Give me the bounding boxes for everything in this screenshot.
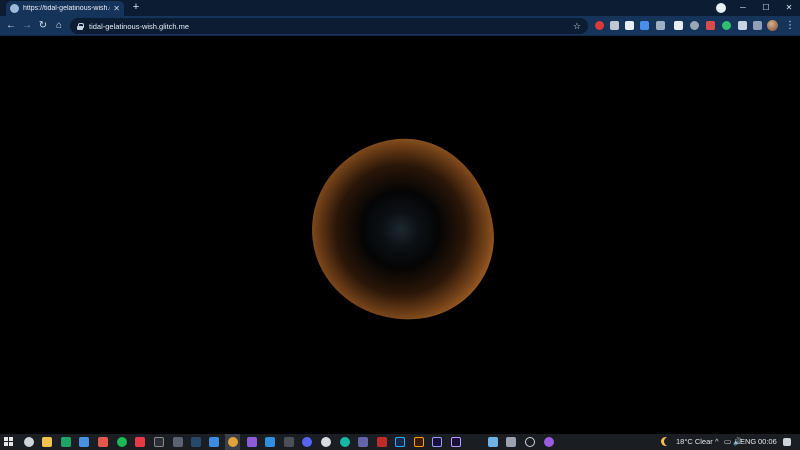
- globe-icon: [10, 4, 19, 13]
- teams-icon[interactable]: [358, 437, 368, 447]
- notification-icon[interactable]: [783, 438, 791, 446]
- pen-extension-icon[interactable]: [656, 21, 665, 30]
- home-button[interactable]: ⌂: [52, 19, 66, 33]
- app-circle-icon[interactable]: [321, 437, 331, 447]
- after-effects-icon[interactable]: [451, 437, 461, 447]
- browser-toolbar: ← → ↻ ⌂ tidal-gelatinous-wish.glitch.me …: [0, 16, 800, 36]
- spotify-icon[interactable]: [117, 437, 127, 447]
- browser-menu-icon[interactable]: ⋮: [785, 19, 795, 33]
- premiere-icon[interactable]: [432, 437, 442, 447]
- tab-strip: https://tidal-gelatinous-wish.glitch.me …: [0, 0, 800, 16]
- bookmark-star-icon[interactable]: ☆: [573, 21, 581, 32]
- tab-close-icon[interactable]: ✕: [113, 4, 120, 13]
- search-icon[interactable]: [24, 437, 34, 447]
- sheets-icon[interactable]: [61, 437, 71, 447]
- windows-start-icon[interactable]: [4, 437, 14, 447]
- blue-extension-icon[interactable]: [640, 21, 649, 30]
- vscode-icon[interactable]: [265, 437, 275, 447]
- red-extension-icon[interactable]: [595, 21, 604, 30]
- red-flag-extension-icon[interactable]: [706, 21, 715, 30]
- discord-icon[interactable]: [302, 437, 312, 447]
- language-indicator[interactable]: ENG: [740, 434, 756, 450]
- mail-icon[interactable]: [209, 437, 219, 447]
- page-viewport[interactable]: [0, 36, 800, 434]
- reload-button[interactable]: ↻: [36, 19, 50, 33]
- list-extension-icon[interactable]: [674, 21, 683, 30]
- tray-chevron-icon[interactable]: ^: [715, 434, 719, 450]
- close-window-button[interactable]: ✕: [779, 1, 799, 14]
- minimize-button[interactable]: ─: [733, 1, 753, 14]
- visual-studio-icon[interactable]: [247, 437, 257, 447]
- photoshop-icon[interactable]: [395, 437, 405, 447]
- terminal-icon[interactable]: [173, 437, 183, 447]
- forward-button[interactable]: →: [20, 19, 34, 33]
- lock-icon[interactable]: [77, 22, 84, 30]
- profile-icon[interactable]: [716, 3, 726, 13]
- app-ring-icon[interactable]: [525, 437, 535, 447]
- url-text[interactable]: tidal-gelatinous-wish.glitch.me: [89, 22, 573, 31]
- moon-icon[interactable]: [664, 437, 673, 446]
- back-button[interactable]: ←: [4, 19, 18, 33]
- app-box-icon[interactable]: [488, 437, 498, 447]
- clock[interactable]: 00:06: [758, 434, 777, 450]
- app-teal-icon[interactable]: [340, 437, 350, 447]
- filezilla-icon[interactable]: [377, 437, 387, 447]
- app-dark-icon[interactable]: [154, 437, 164, 447]
- gray-extension-icon[interactable]: [610, 21, 619, 30]
- app-purple-icon[interactable]: [544, 437, 554, 447]
- maximize-button[interactable]: ☐: [756, 1, 776, 14]
- menu-list-icon[interactable]: [753, 21, 762, 30]
- file-explorer-icon[interactable]: [42, 437, 52, 447]
- doc-extension-icon[interactable]: [625, 21, 634, 30]
- illustrator-icon[interactable]: [414, 437, 424, 447]
- shield-extension-icon[interactable]: [690, 21, 699, 30]
- weather-text[interactable]: 18°C Clear: [676, 434, 713, 450]
- app-git-icon[interactable]: [284, 437, 294, 447]
- avatar[interactable]: [767, 20, 778, 31]
- app-anim-icon[interactable]: [506, 437, 516, 447]
- tab-title: https://tidal-gelatinous-wish.glitch.me: [23, 5, 110, 12]
- browser-tab[interactable]: https://tidal-gelatinous-wish.glitch.me …: [6, 1, 124, 16]
- chrome-icon[interactable]: [228, 437, 238, 447]
- windows-taskbar: 18°C Clear ^ ▭ 🔊 ENG 00:06: [0, 434, 800, 450]
- orange-glowing-blob: [303, 130, 502, 329]
- green-extension-icon[interactable]: [722, 21, 731, 30]
- puzzle-extension-icon[interactable]: [738, 21, 747, 30]
- screen: https://tidal-gelatinous-wish.glitch.me …: [0, 0, 800, 450]
- new-tab-button[interactable]: +: [130, 1, 142, 14]
- app-red-icon[interactable]: [98, 437, 108, 447]
- steam-icon[interactable]: [191, 437, 201, 447]
- address-bar[interactable]: tidal-gelatinous-wish.glitch.me ☆: [70, 18, 588, 34]
- app-pinkred-icon[interactable]: [135, 437, 145, 447]
- photos-icon[interactable]: [79, 437, 89, 447]
